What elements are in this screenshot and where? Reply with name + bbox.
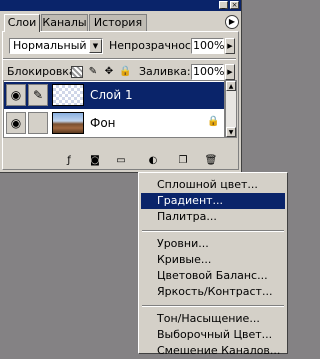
layer-thumbnail — [52, 84, 84, 106]
empty-link-slot[interactable] — [28, 112, 48, 134]
blend-mode-value: Нормальный — [13, 39, 87, 52]
lock-position-move-icon[interactable]: ✥ — [103, 66, 115, 78]
eye-visibility-icon[interactable]: ◉ — [6, 112, 26, 134]
layer-row[interactable]: ◉ ✎ Слой 1 — [4, 82, 224, 109]
tab-layers[interactable]: Слои — [4, 14, 40, 32]
layers-list: ◉ ✎ Слой 1 ◉ Фон 🔒 — [3, 80, 225, 138]
layers-scrollbar[interactable]: ▲ ▼ — [225, 80, 237, 138]
divider — [3, 58, 236, 60]
new-group-folder-icon[interactable]: ▭ — [114, 154, 128, 167]
menu-item-color-balance[interactable]: Цветовой Баланс... — [141, 268, 285, 284]
opacity-value: 100% — [193, 39, 225, 52]
layer-thumbnail — [52, 112, 84, 134]
fill-slider-arrow-icon[interactable]: ▶ — [225, 64, 235, 80]
layers-palette: _ × Слои Каналы История ▶ Нормальный ▼ Н… — [0, 0, 242, 173]
close-button[interactable]: × — [230, 1, 239, 9]
menu-item-levels[interactable]: Уровни... — [141, 236, 285, 252]
adjustment-layer-icon[interactable]: ◐ — [146, 154, 160, 167]
menu-item-selective-color[interactable]: Выборочный Цвет... — [141, 327, 285, 343]
opacity-slider-arrow-icon[interactable]: ▶ — [225, 38, 235, 54]
layer-name: Фон — [90, 116, 116, 130]
trash-icon[interactable]: 🗑 — [204, 154, 218, 167]
blend-mode-select[interactable]: Нормальный ▼ — [9, 38, 103, 54]
lock-pixels-brush-icon[interactable]: ✎ — [87, 66, 99, 78]
new-layer-icon[interactable]: ❐ — [176, 154, 190, 167]
menu-item-pattern[interactable]: Палитра... — [141, 209, 285, 225]
adjustment-layer-menu: Сплошной цвет... Градиент... Палитра... … — [138, 172, 288, 357]
add-mask-icon[interactable]: ◙ — [88, 154, 102, 167]
scroll-up-icon[interactable]: ▲ — [226, 81, 236, 91]
tab-channels[interactable]: Каналы — [41, 14, 88, 31]
palette-menu-arrow-icon[interactable]: ▶ — [225, 15, 239, 29]
menu-item-solid-color[interactable]: Сплошной цвет... — [141, 177, 285, 193]
lock-transparency-icon[interactable] — [71, 66, 83, 78]
menu-item-hue-saturation[interactable]: Тон/Насыщение... — [141, 311, 285, 327]
menu-item-gradient[interactable]: Градиент... — [141, 193, 285, 209]
layer-style-icon[interactable]: ƒ — [62, 154, 76, 167]
layer-name: Слой 1 — [90, 88, 133, 102]
opacity-input[interactable]: 100% — [191, 38, 224, 54]
menu-divider — [142, 230, 284, 232]
scroll-down-icon[interactable]: ▼ — [226, 127, 236, 137]
brush-icon[interactable]: ✎ — [28, 84, 48, 106]
lock-all-icon[interactable]: 🔒 — [119, 66, 131, 78]
eye-visibility-icon[interactable]: ◉ — [6, 84, 26, 106]
palette-titlebar[interactable]: _ × — [0, 0, 241, 11]
chevron-down-icon[interactable]: ▼ — [89, 39, 102, 53]
menu-item-channel-mixer[interactable]: Смешение Каналов... — [141, 343, 285, 359]
layer-row[interactable]: ◉ Фон 🔒 — [4, 110, 224, 137]
menu-divider — [142, 305, 284, 307]
fill-value: 100% — [193, 65, 225, 78]
tab-history[interactable]: История — [89, 14, 147, 31]
menu-item-brightness-contrast[interactable]: Яркость/Контраст... — [141, 284, 285, 300]
fill-input[interactable]: 100% — [191, 64, 224, 80]
lock-icon: 🔒 — [207, 116, 220, 127]
minimize-button[interactable]: _ — [219, 1, 228, 9]
menu-item-curves[interactable]: Кривые... — [141, 252, 285, 268]
lock-label: Блокировка: — [7, 65, 80, 78]
fill-label: Заливка: — [139, 65, 191, 78]
